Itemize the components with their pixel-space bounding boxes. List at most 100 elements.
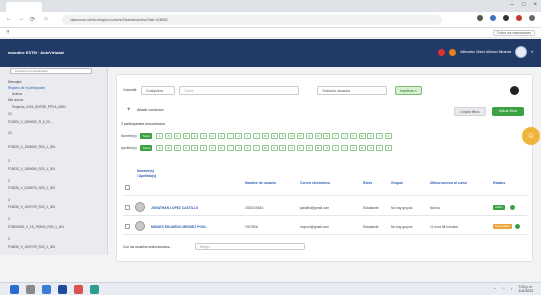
- avatar[interactable]: [515, 46, 528, 58]
- col-status[interactable]: Estatus: [493, 181, 505, 185]
- close-icon[interactable]: ×: [415, 89, 417, 93]
- sidebar-item[interactable]: F15030_V_1007070_R20_1_301: [8, 205, 55, 209]
- sidebar-item[interactable]: F15032_V_1505000_R20_1_301: [8, 167, 55, 171]
- chevron-up-icon[interactable]: ^: [494, 287, 496, 291]
- letter-y[interactable]: Y: [376, 145, 384, 151]
- letter-k[interactable]: K: [244, 133, 252, 139]
- letter-enie[interactable]: Ñ: [279, 133, 287, 139]
- back-icon[interactable]: ←: [6, 16, 12, 22]
- sidebar-item[interactable]: 3: [8, 198, 10, 202]
- maximize-icon[interactable]: □: [522, 2, 526, 8]
- letter-r[interactable]: R: [314, 133, 322, 139]
- letter-q[interactable]: Q: [305, 133, 313, 139]
- letter-o[interactable]: O: [288, 133, 296, 139]
- participant-name[interactable]: MOISES EDUARDO MENDEZ POOL: [151, 225, 207, 229]
- letter-enie[interactable]: Ñ: [279, 145, 287, 151]
- menu-icon[interactable]: [529, 15, 535, 21]
- letter-b[interactable]: B: [164, 133, 172, 139]
- participant-role[interactable]: Estudiante: [363, 206, 379, 210]
- letter-d[interactable]: D: [182, 133, 190, 139]
- letter-h[interactable]: H: [217, 133, 225, 139]
- all-bookmarks-button[interactable]: Todos los marcadores: [492, 30, 535, 36]
- col-email[interactable]: Correo electrónico: [300, 181, 330, 185]
- add-condition-link[interactable]: Añadir condición: [137, 108, 164, 112]
- letter-m[interactable]: M: [261, 133, 269, 139]
- info-icon[interactable]: [510, 205, 515, 210]
- letter-p[interactable]: P: [296, 145, 304, 151]
- select-all-checkbox[interactable]: [125, 185, 130, 190]
- letter-w[interactable]: W: [358, 133, 366, 139]
- letter-v[interactable]: V: [349, 133, 357, 139]
- letter-m[interactable]: M: [261, 145, 269, 151]
- letter-i[interactable]: I: [226, 133, 234, 139]
- participant-group[interactable]: No hay grupos: [391, 225, 412, 229]
- clear-filters-button[interactable]: Limpiar filtros: [454, 107, 486, 116]
- chevron-down-icon[interactable]: ▾: [531, 50, 533, 54]
- letter-r[interactable]: R: [314, 145, 322, 151]
- letter-g[interactable]: G: [208, 133, 216, 139]
- participant-name[interactable]: JONATHAN LOPEZ CASTILLO: [151, 206, 198, 210]
- letter-a[interactable]: A: [156, 133, 164, 139]
- letter-a[interactable]: A: [156, 145, 164, 151]
- wifi-icon[interactable]: ◠: [502, 287, 505, 291]
- store-icon[interactable]: [58, 285, 67, 294]
- add-icon[interactable]: +: [127, 107, 131, 113]
- sidebar-item[interactable]: 23: [8, 131, 12, 135]
- col-name-line1[interactable]: Nombre(s): [137, 169, 154, 173]
- letter-q[interactable]: Q: [305, 145, 313, 151]
- col-roles[interactable]: Roles: [363, 181, 372, 185]
- letter-s[interactable]: S: [323, 133, 331, 139]
- minimize-icon[interactable]: –: [511, 2, 514, 8]
- letter-v[interactable]: V: [349, 145, 357, 151]
- sidebar-item[interactable]: 23: [8, 112, 12, 116]
- info-icon[interactable]: [515, 224, 520, 229]
- letter-w[interactable]: W: [358, 145, 366, 151]
- first-name-all[interactable]: Todos: [140, 133, 153, 139]
- sidebar-item[interactable]: 3: [8, 217, 10, 221]
- col-username[interactable]: Nombre de usuario: [245, 181, 276, 185]
- close-icon[interactable]: ×: [533, 2, 537, 8]
- sidebar-item[interactable]: 3: [8, 159, 10, 163]
- letter-l[interactable]: L: [252, 145, 260, 151]
- col-last-access[interactable]: Último acceso al curso: [430, 181, 467, 185]
- sidebar-top-button[interactable]: Conexión en transmisión: [10, 68, 92, 74]
- sidebar-item[interactable]: F12000_V_1500000_R_5_20...: [8, 120, 53, 124]
- home-icon[interactable]: ⌂: [44, 16, 48, 22]
- letter-x[interactable]: X: [367, 145, 375, 151]
- edge-icon[interactable]: [90, 285, 99, 294]
- letter-h[interactable]: H: [217, 145, 225, 151]
- participant-group[interactable]: No hay grupos: [391, 206, 412, 210]
- letter-e[interactable]: E: [191, 145, 199, 151]
- match-select[interactable]: Cualquiera: [141, 86, 175, 95]
- sidebar-item[interactable]: Mensajes: [8, 80, 22, 84]
- letter-c[interactable]: C: [173, 145, 181, 151]
- letter-k[interactable]: K: [244, 145, 252, 151]
- star-icon[interactable]: [477, 15, 483, 21]
- letter-j[interactable]: J: [235, 133, 243, 139]
- col-groups[interactable]: Grupos: [391, 181, 403, 185]
- letter-f[interactable]: F: [200, 145, 208, 151]
- puzzle-icon[interactable]: [503, 15, 509, 21]
- profile-icon[interactable]: [516, 15, 522, 21]
- volume-icon[interactable]: ♪: [511, 287, 513, 291]
- letter-f[interactable]: F: [200, 133, 208, 139]
- reload-icon[interactable]: ⟳: [30, 16, 35, 23]
- sidebar-item[interactable]: F15020_V_1505000_R20_1_301: [8, 145, 55, 149]
- letter-t[interactable]: T: [332, 145, 340, 151]
- letter-l[interactable]: L: [252, 133, 260, 139]
- letter-s[interactable]: S: [323, 145, 331, 151]
- filter-chip[interactable]: Inactivos ×: [395, 86, 422, 95]
- letter-z[interactable]: Z: [384, 133, 392, 139]
- letter-g[interactable]: G: [208, 145, 216, 151]
- search-icon[interactable]: [26, 285, 35, 294]
- letter-x[interactable]: X: [367, 133, 375, 139]
- letter-c[interactable]: C: [173, 133, 181, 139]
- letter-u[interactable]: U: [340, 145, 348, 151]
- file-explorer-icon[interactable]: [42, 285, 51, 294]
- letter-z[interactable]: Z: [384, 145, 392, 151]
- chrome-icon[interactable]: [74, 285, 83, 294]
- floating-help-button[interactable]: ☺: [522, 127, 540, 145]
- forward-icon[interactable]: →: [18, 16, 24, 22]
- row-checkbox[interactable]: [125, 224, 130, 229]
- letter-n[interactable]: N: [270, 145, 278, 151]
